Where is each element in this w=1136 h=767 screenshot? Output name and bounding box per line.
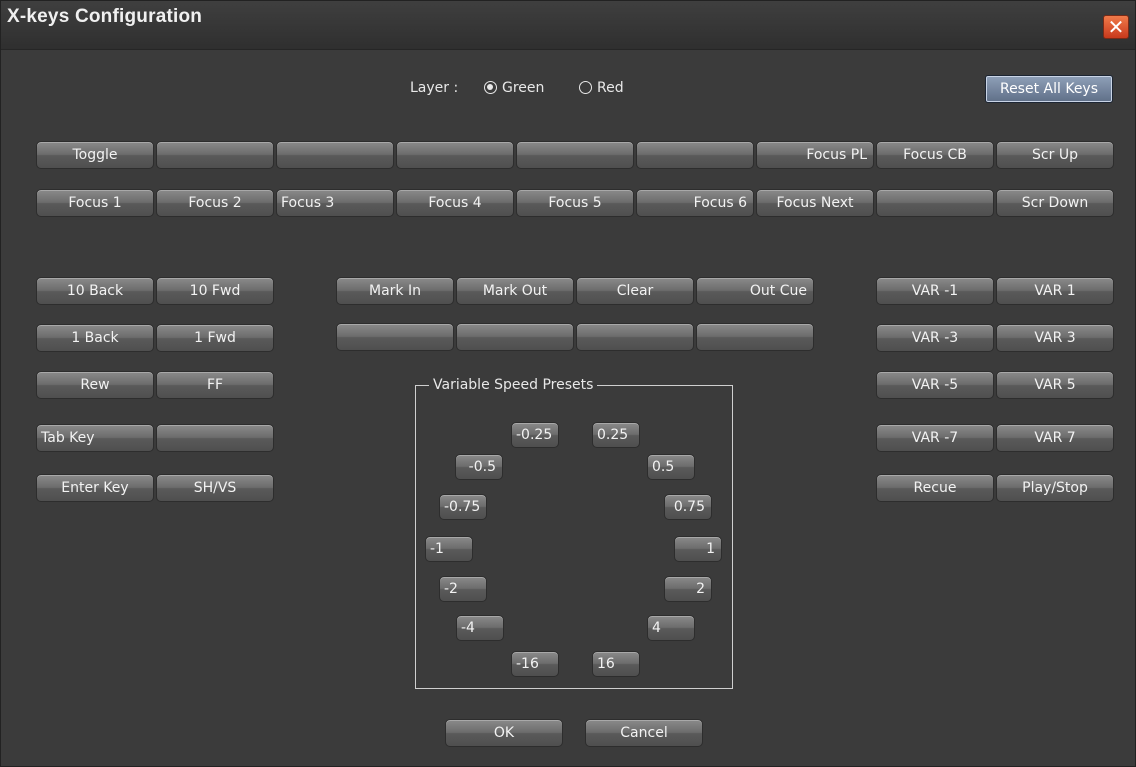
preset-4[interactable]: 4 [647,615,695,641]
key-enter[interactable]: Enter Key [36,474,154,502]
key-clear[interactable]: Clear [576,277,694,305]
key-focus-4[interactable]: Focus 4 [396,189,514,217]
key-top1-1[interactable]: Toggle [36,141,154,169]
radio-unselected-icon [579,81,592,94]
preset-0-25[interactable]: 0.25 [592,422,640,448]
key-shvs[interactable]: SH/VS [156,474,274,502]
key-focus-3[interactable]: Focus 3 [276,189,394,217]
key-var-minus-7[interactable]: VAR -7 [876,424,994,452]
variable-speed-presets-label: Variable Speed Presets [429,377,598,393]
xkeys-config-window: X-keys Configuration ✕ Layer : Green Red… [0,0,1136,767]
layer-option-red[interactable]: Red [579,80,624,96]
window-title: X-keys Configuration [7,6,203,27]
key-focus-pl[interactable]: Focus PL [756,141,874,169]
key-10-back[interactable]: 10 Back [36,277,154,305]
key-top1-2[interactable] [156,141,274,169]
key-recue[interactable]: Recue [876,474,994,502]
key-focus-5[interactable]: Focus 5 [516,189,634,217]
key-top2-8[interactable] [876,189,994,217]
key-10-fwd[interactable]: 10 Fwd [156,277,274,305]
key-ff[interactable]: FF [156,371,274,399]
key-focus-6[interactable]: Focus 6 [636,189,754,217]
key-scr-down[interactable]: Scr Down [996,189,1114,217]
key-mark-out[interactable]: Mark Out [456,277,574,305]
layer-option-green[interactable]: Green [484,80,544,96]
layer-label: Layer : [410,80,459,96]
key-mid-blank-3[interactable] [576,323,694,351]
key-scr-up[interactable]: Scr Up [996,141,1114,169]
key-top1-5[interactable] [516,141,634,169]
preset-0-75[interactable]: 0.75 [664,494,712,520]
key-tab[interactable]: Tab Key [36,424,154,452]
radio-selected-icon [484,81,497,94]
key-var-5[interactable]: VAR 5 [996,371,1114,399]
key-top1-6[interactable] [636,141,754,169]
preset-minus-0-75[interactable]: -0.75 [439,494,487,520]
ok-button[interactable]: OK [445,719,563,747]
key-focus-2[interactable]: Focus 2 [156,189,274,217]
preset-minus-0-5[interactable]: -0.5 [455,454,503,480]
key-play-stop[interactable]: Play/Stop [996,474,1114,502]
close-button[interactable]: ✕ [1103,15,1129,39]
reset-all-keys-button[interactable]: Reset All Keys [985,75,1113,103]
key-var-minus-1[interactable]: VAR -1 [876,277,994,305]
key-focus-next[interactable]: Focus Next [756,189,874,217]
preset-1[interactable]: 1 [674,536,722,562]
key-out-cue[interactable]: Out Cue [696,277,814,305]
layer-option-green-label: Green [502,80,545,96]
key-mark-in[interactable]: Mark In [336,277,454,305]
key-var-minus-3[interactable]: VAR -3 [876,324,994,352]
preset-16[interactable]: 16 [592,651,640,677]
preset-2[interactable]: 2 [664,576,712,602]
key-mid-blank-4[interactable] [696,323,814,351]
key-focus-1[interactable]: Focus 1 [36,189,154,217]
layer-option-red-label: Red [597,80,624,96]
preset-minus-4[interactable]: -4 [456,615,504,641]
key-1-fwd[interactable]: 1 Fwd [156,324,274,352]
key-var-7[interactable]: VAR 7 [996,424,1114,452]
key-var-1[interactable]: VAR 1 [996,277,1114,305]
key-rew[interactable]: Rew [36,371,154,399]
key-top1-4[interactable] [396,141,514,169]
preset-minus-0-25[interactable]: -0.25 [511,422,559,448]
key-left-blank[interactable] [156,424,274,452]
key-var-3[interactable]: VAR 3 [996,324,1114,352]
key-mid-blank-1[interactable] [336,323,454,351]
key-1-back[interactable]: 1 Back [36,324,154,352]
key-mid-blank-2[interactable] [456,323,574,351]
title-bar[interactable]: X-keys Configuration ✕ [1,1,1135,50]
key-focus-cb[interactable]: Focus CB [876,141,994,169]
preset-minus-1[interactable]: -1 [425,536,473,562]
key-top1-3[interactable] [276,141,394,169]
key-var-minus-5[interactable]: VAR -5 [876,371,994,399]
preset-minus-2[interactable]: -2 [439,576,487,602]
preset-0-5[interactable]: 0.5 [647,454,695,480]
cancel-button[interactable]: Cancel [585,719,703,747]
preset-minus-16[interactable]: -16 [511,651,559,677]
close-icon: ✕ [1107,15,1125,39]
